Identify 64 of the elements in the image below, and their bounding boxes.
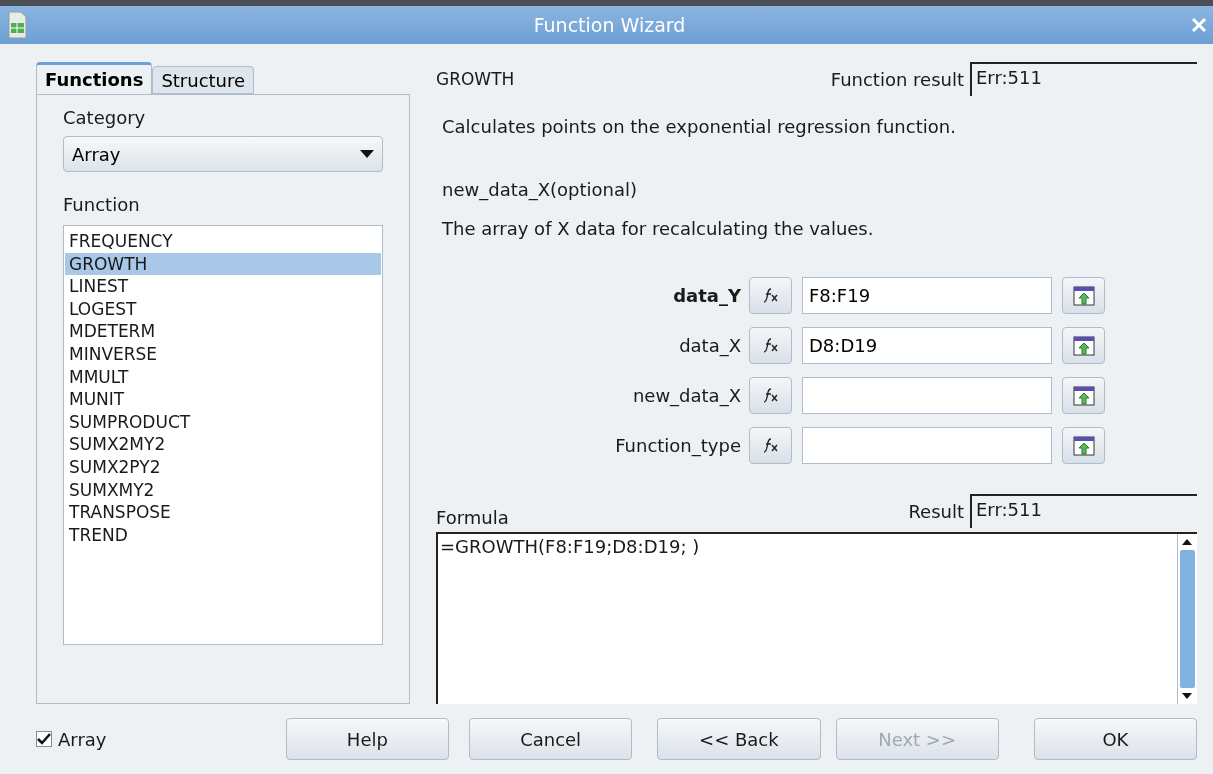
function-list-item[interactable]: MUNIT (65, 388, 381, 411)
dialog-button[interactable]: Help (285, 718, 449, 760)
function-button[interactable] (749, 277, 792, 314)
function-button[interactable] (749, 377, 792, 414)
dialog-button[interactable]: OK (1033, 718, 1197, 760)
function-label: Function (63, 194, 141, 215)
function-list-item[interactable]: SUMX2MY2 (65, 433, 381, 456)
function-icon (761, 336, 780, 355)
shrink-button[interactable] (1062, 277, 1105, 314)
dialog-button[interactable]: << Back (657, 718, 821, 760)
tab[interactable]: Structure (152, 66, 255, 94)
checkmark-icon (37, 733, 51, 745)
function-button[interactable] (749, 327, 792, 364)
category-label: Category (63, 107, 147, 128)
formula-field[interactable]: =GROWTH(F8:F19;D8:D19; ) (436, 532, 1197, 704)
result-label: Result (908, 500, 964, 522)
function-list-item[interactable]: LINEST (65, 275, 381, 298)
shrink-dialog-icon (1072, 285, 1095, 306)
function-list-item[interactable]: SUMX2PY2 (65, 455, 381, 479)
function-list-item[interactable]: SUMPRODUCT (65, 410, 381, 434)
argument-field[interactable]: F8:F19 (802, 277, 1052, 314)
result-field: Err:511 (970, 494, 1197, 528)
dialog-button[interactable]: Cancel (469, 718, 633, 760)
close-icon[interactable] (1191, 17, 1207, 33)
formula-label: Formula (436, 507, 509, 528)
argument-label: Function_type (615, 435, 741, 456)
array-checkbox[interactable]: Array (36, 728, 286, 750)
function-list-item[interactable]: MMULT (65, 365, 381, 389)
function-list-item[interactable]: TREND (65, 523, 381, 547)
function-list-item[interactable]: SUMXMY2 (65, 478, 381, 502)
shrink-dialog-icon (1072, 435, 1095, 456)
function-result-label: Function result (830, 68, 964, 90)
window-title: Function Wizard (532, 14, 687, 36)
function-list-item[interactable]: MDETERM (65, 320, 381, 343)
tab[interactable]: Functions (36, 62, 153, 94)
function-list-item[interactable]: GROWTH (65, 252, 381, 276)
function-icon (761, 386, 780, 405)
function-result-field: Err:511 (970, 62, 1197, 96)
shrink-dialog-icon (1072, 385, 1095, 406)
function-list-item[interactable]: LOGEST (65, 297, 381, 321)
spreadsheet-icon (6, 11, 28, 39)
function-list-item[interactable]: FREQUENCY (65, 230, 381, 253)
argument-label: data_X (679, 335, 741, 356)
argument-field[interactable]: D8:D19 (802, 327, 1052, 364)
argument-label: data_Y (673, 285, 741, 306)
argument-field[interactable] (802, 377, 1052, 414)
scrollbar[interactable] (1177, 534, 1197, 704)
function-list-item[interactable]: MINVERSE (65, 342, 381, 366)
function-icon (761, 286, 780, 305)
function-name: GROWTH (436, 69, 515, 89)
function-description: Calculates points on the exponential regression function. (442, 116, 957, 137)
argument-description: The array of X data for recalculating the values. (442, 218, 875, 239)
argument-label: new_data_X (632, 385, 741, 406)
shrink-dialog-icon (1072, 335, 1095, 356)
shrink-button[interactable] (1062, 377, 1105, 414)
dropdown-arrow-icon (360, 149, 374, 159)
shrink-button[interactable] (1062, 327, 1105, 364)
function-list-item[interactable]: TRANSPOSE (65, 501, 381, 524)
function-button[interactable] (749, 427, 792, 464)
argument-field[interactable] (802, 427, 1052, 464)
shrink-button[interactable] (1062, 427, 1105, 464)
function-icon (761, 436, 780, 455)
argument-name: new_data_X(optional) (442, 179, 639, 200)
category-dropdown[interactable]: Array (63, 136, 383, 172)
